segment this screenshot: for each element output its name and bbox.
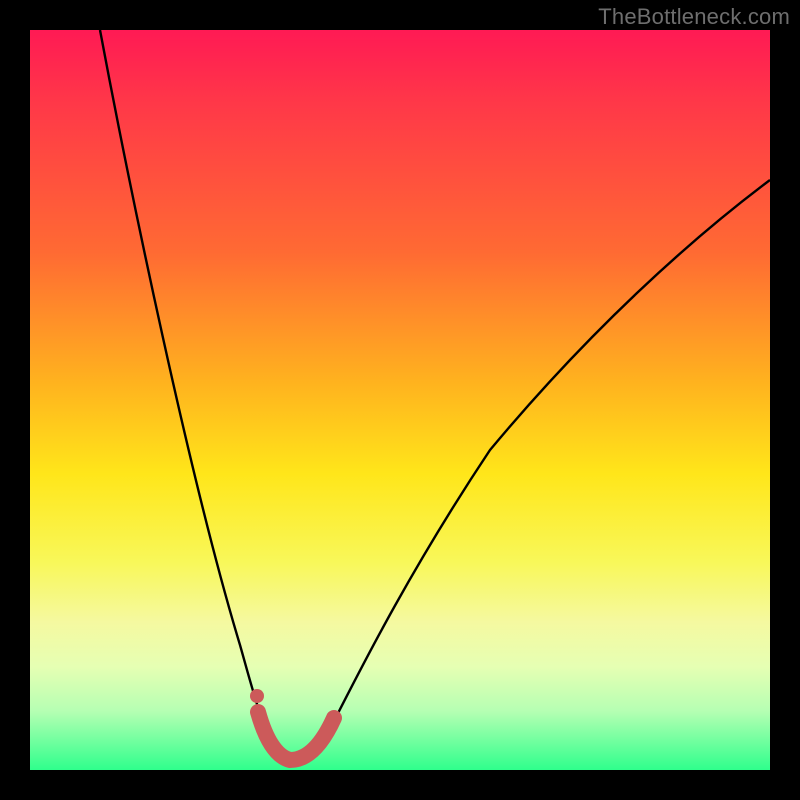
plot-area [30, 30, 770, 770]
chart-frame: TheBottleneck.com [0, 0, 800, 800]
curves-layer [30, 30, 770, 770]
highlight-band [258, 712, 334, 760]
watermark-text: TheBottleneck.com [598, 4, 790, 30]
bottleneck-curve [100, 30, 770, 759]
highlight-dot [250, 689, 264, 703]
